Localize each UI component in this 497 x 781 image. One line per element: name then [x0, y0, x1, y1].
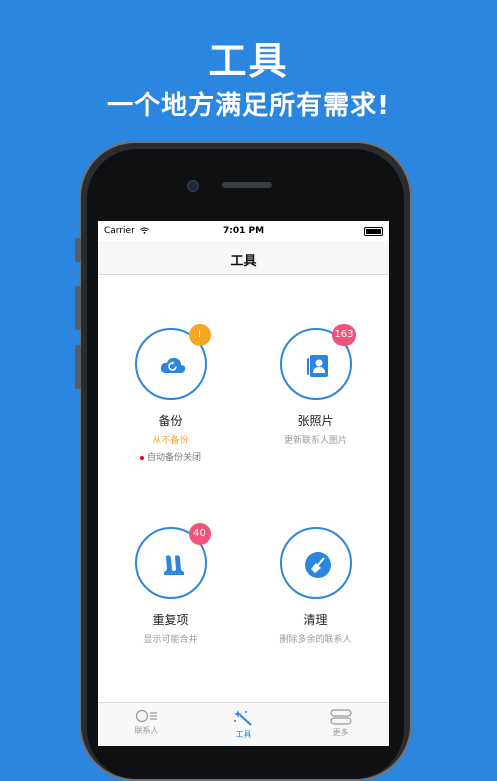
backup-ring[interactable]: ! [134, 324, 211, 400]
front-camera [187, 180, 199, 192]
broom-icon [304, 552, 331, 578]
mute-switch [75, 238, 81, 262]
promo-title: 工具 [208, 39, 289, 83]
tool-photos[interactable]: 163 张照片 更新联系人图片 [243, 324, 388, 446]
duplicates-status: 显示可能合并 [143, 635, 198, 645]
app-screen: Carrier 7:01 PM 工具 ! 备份 从不备份 自动备份关闭 163 … [98, 221, 389, 746]
backup-note: 自动备份关闭 [98, 450, 243, 463]
red-dot-icon [139, 455, 144, 460]
tab-more[interactable]: 更多 [292, 709, 389, 738]
photos-status: 更新联系人图片 [283, 436, 347, 446]
magic-wand-icon [233, 710, 252, 726]
duplicates-count-badge: 40 [188, 523, 211, 545]
photos-ring[interactable]: 163 [279, 324, 356, 400]
volume-down-button [75, 345, 81, 389]
photos-label: 张照片 [297, 414, 334, 428]
tab-more-label: 更多 [332, 728, 349, 737]
duplicates-icon [163, 555, 184, 575]
nav-title: 工具 [230, 254, 257, 269]
navigation-bar: 工具 [98, 241, 389, 275]
cleanup-ring[interactable] [279, 527, 352, 599]
backup-warning-badge: ! [188, 324, 211, 346]
status-time: 7:01 PM [222, 226, 265, 236]
tab-tools-label: 工具 [235, 730, 252, 739]
status-bar: Carrier 7:01 PM [98, 221, 389, 241]
tool-cleanup[interactable]: 清理 删除多余的联系人 [243, 527, 388, 645]
photos-count-badge: 163 [332, 324, 356, 346]
cleanup-label: 清理 [303, 613, 328, 627]
contact-photo-icon [306, 355, 328, 377]
earpiece-speaker [222, 182, 272, 188]
volume-up-button [75, 286, 81, 330]
tab-bar: 联系人 工具 更多 [98, 702, 389, 746]
more-toggles-icon [329, 709, 352, 725]
tool-duplicates[interactable]: 40 重复项 显示可能合并 [98, 523, 243, 645]
duplicates-label: 重复项 [152, 613, 189, 627]
backup-status: 从不备份 [152, 436, 189, 446]
duplicates-ring[interactable]: 40 [134, 523, 211, 599]
tool-backup[interactable]: ! 备份 从不备份 自动备份关闭 [98, 324, 243, 463]
cleanup-status: 删除多余的联系人 [279, 635, 352, 645]
cloud-sync-icon [160, 357, 185, 373]
promo-subtitle: 一个地方满足所有需求! [107, 91, 390, 121]
tab-contacts[interactable]: 联系人 [98, 709, 195, 736]
contacts-tab-icon [135, 709, 157, 723]
tab-tools[interactable]: 工具 [195, 709, 292, 740]
tab-contacts-label: 联系人 [134, 726, 159, 735]
backup-label: 备份 [158, 414, 183, 428]
battery-icon [364, 227, 383, 236]
